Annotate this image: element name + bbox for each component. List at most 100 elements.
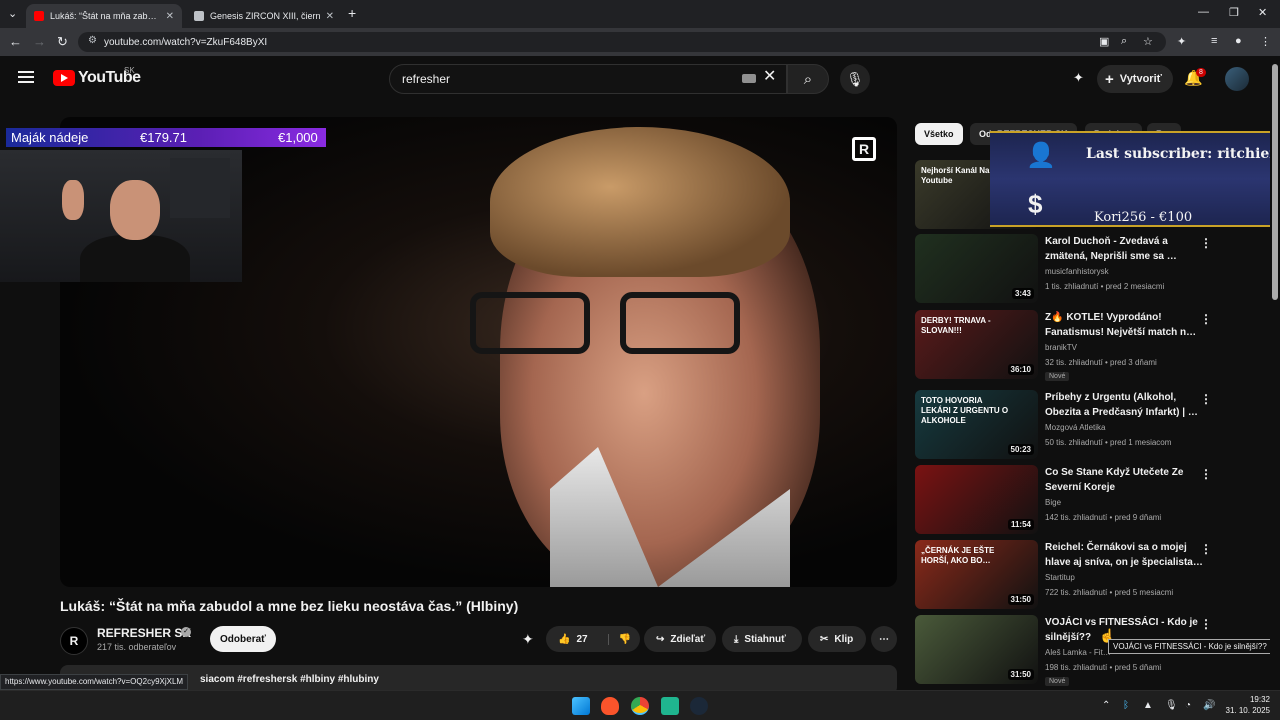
recommendation-title[interactable]: Z🔥 KOTLE! Vyprodáno! Fanatismus! Největš… xyxy=(1045,310,1205,340)
tray-expand-icon[interactable]: ⌃ xyxy=(1102,700,1110,711)
start-icon[interactable] xyxy=(572,697,590,715)
thumbnail-text: „ČERNÁK JE EŠTE HORŠÍ, AKO BO… xyxy=(921,546,995,565)
recommendation-item[interactable]: TOTO HOVORIA LEKÁRI Z URGENTU O ALKOHOLE… xyxy=(915,390,1265,460)
recommendation-item[interactable]: DERBY! TRNAVA - SLOVAN!!! 36:10 Z🔥 KOTLE! … xyxy=(915,310,1265,381)
back-icon[interactable]: ← xyxy=(9,34,22,50)
app-icon[interactable] xyxy=(661,697,679,715)
recommendation-channel[interactable]: branikTV xyxy=(1045,343,1077,352)
clear-search-icon[interactable]: ✕ xyxy=(763,66,776,86)
close-tab-icon[interactable]: ✕ xyxy=(326,11,334,22)
extensions-icon[interactable]: ✦ xyxy=(1177,35,1186,48)
bookmark-star-icon[interactable]: ☆ xyxy=(1143,35,1153,48)
create-button[interactable]: + Vytvoriť xyxy=(1097,65,1173,93)
chip-all[interactable]: Všetko xyxy=(915,123,963,145)
recommendation-item[interactable]: 11:54 Co Se Stane Když Utečete Ze Severní… xyxy=(915,465,1265,535)
stream-subscriber-overlay: 👤 Last subscriber: ritchienald $ Kori256… xyxy=(990,131,1280,227)
channel-name[interactable]: REFRESHER SK xyxy=(97,626,191,640)
wifi-icon[interactable]: ◔ xyxy=(1185,700,1191,711)
verified-check-icon: ✓ xyxy=(181,627,191,637)
site-info-icon[interactable]: ⚙ xyxy=(88,35,97,46)
more-options-icon[interactable]: ⋮ xyxy=(1200,236,1212,250)
zoom-icon[interactable]: ⌕ xyxy=(1121,35,1127,48)
gemini-icon[interactable]: ✦ xyxy=(1073,70,1084,86)
more-options-icon[interactable]: ⋮ xyxy=(1200,467,1212,481)
description-tags: siacom #refreshersk #hlbiny #hlubiny xyxy=(200,674,379,685)
bluetooth-icon[interactable]: ᛒ xyxy=(1123,700,1129,711)
video-duration: 31:50 xyxy=(1007,594,1034,605)
video-thumbnail[interactable]: 31:50 xyxy=(915,615,1038,684)
minimize-icon[interactable]: — xyxy=(1198,6,1209,18)
youtube-logo-icon[interactable] xyxy=(53,70,75,86)
recommendation-channel[interactable]: Startitup xyxy=(1045,573,1075,582)
more-options-icon[interactable]: ⋮ xyxy=(1200,312,1212,326)
like-count[interactable]: 27 xyxy=(576,634,587,645)
video-thumbnail[interactable]: TOTO HOVORIA LEKÁRI Z URGENTU O ALKOHOLE… xyxy=(915,390,1038,459)
forward-icon[interactable]: → xyxy=(33,34,46,50)
top-donation-text: Kori256 - €100 xyxy=(1094,210,1193,225)
clip-button[interactable]: ✂ Klip xyxy=(808,626,866,652)
chrome-icon[interactable] xyxy=(631,697,649,715)
video-thumbnail[interactable]: DERBY! TRNAVA - SLOVAN!!! 36:10 xyxy=(915,310,1038,379)
donation-goal-bar: Maják nádeje €179.71 €1,000 xyxy=(6,128,326,147)
webcam-person-body xyxy=(80,235,190,282)
network-icon[interactable]: ▲ xyxy=(1143,700,1153,711)
more-options-icon[interactable]: ⋮ xyxy=(1200,392,1212,406)
like-icon[interactable]: 👍 xyxy=(558,634,570,645)
scissors-icon: ✂ xyxy=(820,633,829,645)
recommendation-channel[interactable]: Bige xyxy=(1045,498,1061,507)
browser-menu-icon[interactable]: ⋮ xyxy=(1260,35,1271,48)
subscribe-button[interactable]: Odoberať xyxy=(210,626,276,652)
channel-avatar[interactable]: R xyxy=(60,627,88,655)
more-actions-button[interactable]: ⋯ xyxy=(871,626,897,652)
recommendation-channel[interactable]: Mozgová Atletika xyxy=(1045,423,1105,432)
tab-search-icon[interactable]: ⌄ xyxy=(8,7,17,20)
account-avatar[interactable] xyxy=(1225,67,1249,91)
more-options-icon[interactable]: ⋮ xyxy=(1200,617,1212,631)
reading-list-icon[interactable]: ≡ xyxy=(1211,35,1217,47)
volume-icon[interactable]: 🔊 xyxy=(1203,700,1215,711)
video-thumbnail[interactable]: „ČERNÁK JE EŠTE HORŠÍ, AKO BO… 31:50 xyxy=(915,540,1038,609)
keyboard-icon[interactable] xyxy=(742,74,756,83)
taskbar-clock[interactable]: 19:32 31. 10. 2025 xyxy=(1222,694,1270,716)
more-options-icon[interactable]: ⋮ xyxy=(1200,542,1212,556)
share-button[interactable]: ↪ Zdieľať xyxy=(644,626,716,652)
recommendation-title[interactable]: Co Se Stane Když Utečete Ze Severní Kore… xyxy=(1045,465,1205,495)
search-button[interactable]: ⌕ xyxy=(787,64,829,94)
recommendation-item[interactable]: „ČERNÁK JE EŠTE HORŠÍ, AKO BO… 31:50 Reich… xyxy=(915,540,1265,610)
menu-icon[interactable] xyxy=(18,71,34,83)
search-input[interactable]: refresher xyxy=(389,64,787,94)
download-button[interactable]: ⤓ Stiahnuť xyxy=(722,626,802,652)
recommendation-title[interactable]: Príbehy z Urgentu (Alkohol, Obezita a Pr… xyxy=(1045,390,1205,420)
thumbnail-text: DERBY! TRNAVA - SLOVAN!!! xyxy=(921,316,991,335)
url-field[interactable]: ⚙ youtube.com/watch?v=ZkuF648ByXI xyxy=(78,32,1166,52)
scrollbar-thumb[interactable] xyxy=(1272,64,1278,300)
recommendation-title[interactable]: Karol Duchoň - Zvedavá a zmätená, Nepriš… xyxy=(1045,234,1205,264)
tab-inactive[interactable]: Genesis ZIRCON XIII, čierna za … ✕ xyxy=(186,4,342,28)
close-tab-icon[interactable]: ✕ xyxy=(166,11,174,22)
restore-icon[interactable]: ❐ xyxy=(1229,6,1239,19)
recommendation-meta: 1 tis. zhliadnutí • pred 2 mesiacmi xyxy=(1045,282,1165,291)
webcam-person-head xyxy=(110,180,160,240)
dislike-icon[interactable]: 👎 xyxy=(607,633,631,645)
video-thumbnail[interactable]: 11:54 xyxy=(915,465,1038,534)
video-thumbnail[interactable]: 3:43 xyxy=(915,234,1038,303)
recommendation-item[interactable]: 3:43 Karol Duchoň - Zvedavá a zmätená, Ne… xyxy=(915,234,1265,304)
video-duration: 3:43 xyxy=(1011,288,1034,299)
recommendation-title[interactable]: Reichel: Černákovi sa o mojej hlave aj s… xyxy=(1045,540,1205,570)
recommendation-channel[interactable]: musicfanhistorysk xyxy=(1045,267,1109,276)
new-tab-icon[interactable]: + xyxy=(348,5,356,21)
plus-icon: + xyxy=(1105,70,1114,88)
reload-icon[interactable]: ↻ xyxy=(57,34,68,50)
tab-active[interactable]: Lukáš: “Štát na mňa zabudol a m… ✕ xyxy=(26,4,182,28)
close-window-icon[interactable]: ✕ xyxy=(1258,6,1267,19)
voice-search-button[interactable]: 🎙 xyxy=(840,64,870,94)
profile-icon[interactable]: ● xyxy=(1235,35,1242,47)
user-follow-icon: 👤 xyxy=(1026,142,1056,169)
recommendation-channel[interactable]: Aleš Lamka - Fit… xyxy=(1045,648,1111,657)
gemini-ask-icon[interactable]: ✦ xyxy=(522,631,534,648)
microphone-icon[interactable]: 🎙 xyxy=(1165,700,1178,711)
video-title: Lukáš: “Štát na mňa zabudol a mne bez li… xyxy=(60,598,519,614)
cast-icon[interactable]: ▣ xyxy=(1099,35,1109,48)
brave-icon[interactable] xyxy=(601,697,619,715)
steam-icon[interactable] xyxy=(690,697,708,715)
